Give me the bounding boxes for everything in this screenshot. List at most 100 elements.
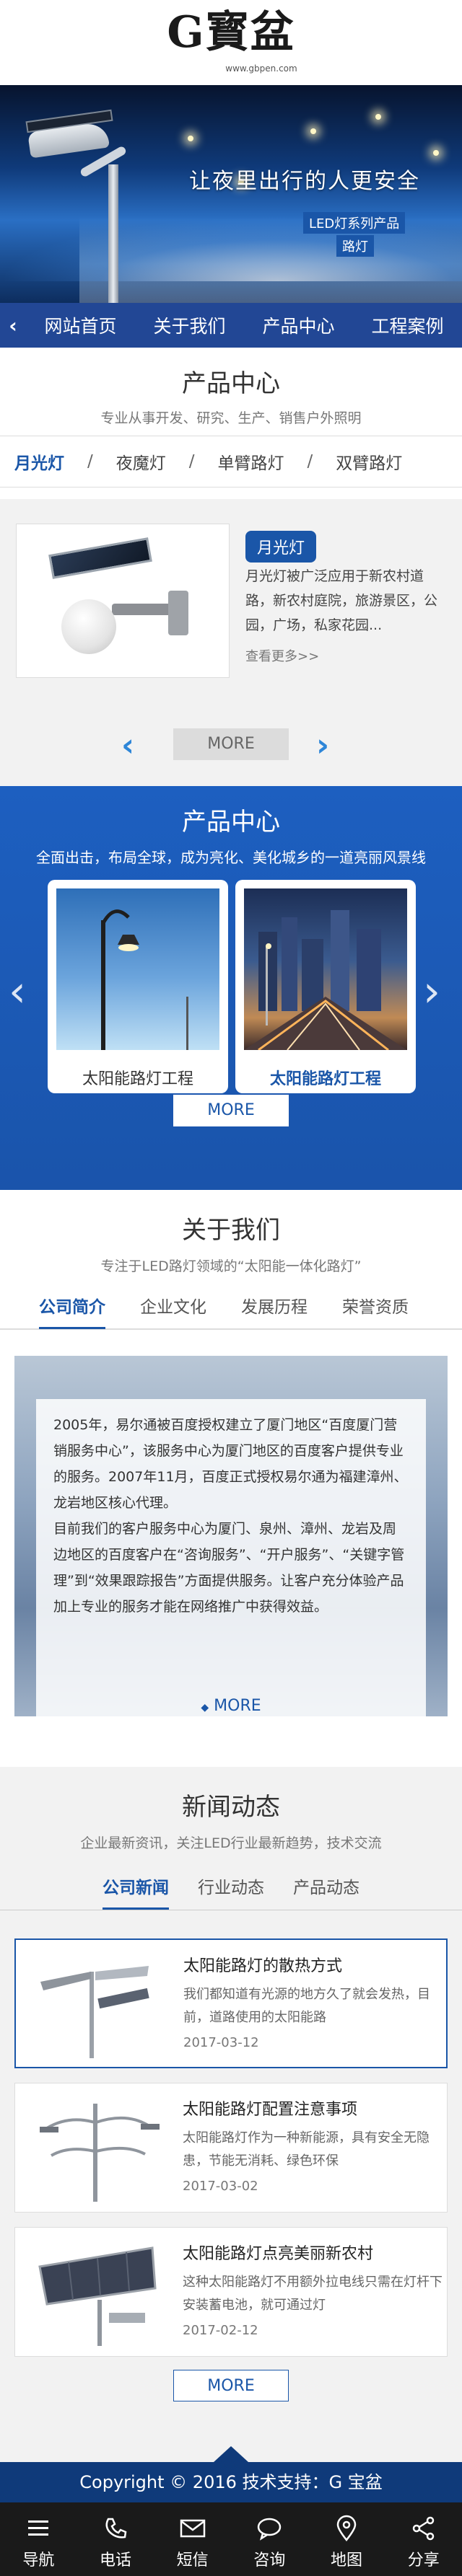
bottom-item-label: 地图 — [331, 2551, 363, 2570]
chevron-right-icon[interactable]: › — [316, 727, 329, 764]
about-paragraph: 目前我们的客户服务中心为厦门、泉州、漳州、龙岩及周边地区的百度客户在“咨询服务”… — [53, 1521, 405, 1615]
news-title: 太阳能路灯的散热方式 — [183, 1957, 343, 1975]
banner-street-light — [433, 150, 439, 156]
tab-double-arm[interactable]: 双臂路灯 — [336, 449, 402, 474]
banner-headline: 让夜里出行的人更安全 — [189, 169, 420, 194]
news-thumbnail — [25, 2238, 167, 2346]
products-showcase: 产品中心 全面出击，布局全球，成为亮化、美化城乡的一道亮丽风景线 ‹ › 太阳能… — [0, 786, 462, 1190]
banner-street-light — [375, 114, 381, 120]
about-title: 关于我们 — [182, 1216, 280, 1245]
news-subtitle: 企业最新资讯，关注LED行业最新趋势，技术交流 — [80, 1835, 382, 1851]
news-item[interactable]: 太阳能路灯配置注意事项 太阳能路灯作为一种新能源，具有安全无隐患，节能无消耗、绿… — [14, 2083, 448, 2213]
news-title: 太阳能路灯点亮美丽新农村 — [183, 2245, 374, 2263]
about-section: 关于我们 专注于LED路灯领域的“太阳能一体化路灯” 公司简介 企业文化 发展历… — [0, 1190, 462, 1767]
share-icon — [385, 2513, 462, 2544]
nav-item-cases[interactable]: 工程案例 — [371, 312, 443, 338]
tab-industry-news[interactable]: 行业动态 — [198, 1866, 264, 1910]
showcase-image — [244, 888, 407, 1051]
copyright-text: Copyright © 2016 技术支持：G 宝盆 — [79, 2472, 383, 2492]
carousel-right-icon[interactable]: › — [423, 966, 440, 1017]
site-footer: Copyright © 2016 技术支持：G 宝盆 — [0, 2446, 462, 2502]
nav-items: 网站首页 关于我们 产品中心 工程案例 — [26, 312, 462, 338]
bottom-action-bar: 导航 电话 短信 咨询 地图 分享 — [0, 2502, 462, 2576]
product-image[interactable] — [16, 524, 230, 678]
bottom-item-label: 电话 — [100, 2551, 132, 2570]
nav-item-about[interactable]: 关于我们 — [153, 312, 225, 338]
banner-street-light — [310, 128, 316, 134]
bottom-item-label: 分享 — [407, 2551, 440, 2570]
tab-culture[interactable]: 企业文化 — [140, 1286, 206, 1329]
news-summary: 太阳能路灯作为一种新能源，具有安全无隐患，节能无消耗、绿色环保 — [183, 2130, 430, 2169]
products-section: 产品中心 专业从事开发、研究、生产、销售户外照明 — [0, 348, 462, 427]
news-date: 2017-03-12 — [183, 2035, 259, 2050]
bottom-item-map[interactable]: 地图 — [308, 2502, 385, 2576]
banner-street-light — [188, 136, 193, 141]
news-thumbnail — [26, 1950, 167, 2058]
tab-company-news[interactable]: 公司新闻 — [103, 1866, 169, 1910]
tab-honors[interactable]: 荣誉资质 — [342, 1286, 409, 1329]
news-tabs: 公司新闻 行业动态 产品动态 — [0, 1866, 462, 1910]
showcase-subtitle: 全面出击，布局全球，成为亮化、美化城乡的一道亮丽风景线 — [36, 849, 426, 866]
tab-separator: / — [188, 452, 195, 471]
news-item[interactable]: 太阳能路灯点亮美丽新农村 这种太阳能路灯不用额外拉电线只需在灯杆下安装蓄电池，就… — [14, 2227, 448, 2357]
news-more-button[interactable]: MORE — [173, 2370, 289, 2401]
news-summary: 这种太阳能路灯不用额外拉电线只需在灯杆下安装蓄电池，就可通过灯 — [183, 2275, 443, 2313]
showcase-card[interactable]: 太阳能路灯工程 — [48, 880, 228, 1093]
bottom-item-phone[interactable]: 电话 — [77, 2502, 154, 2576]
showcase-caption: 太阳能路灯工程 — [82, 1070, 193, 1088]
products-more-button[interactable]: MORE — [173, 728, 289, 760]
about-more-link[interactable]: ◆ MORE — [36, 1697, 426, 1715]
tab-single-arm[interactable]: 单臂路灯 — [218, 449, 284, 474]
chevron-left-icon[interactable]: ‹ — [121, 727, 134, 764]
news-title: 新闻动态 — [182, 1793, 280, 1822]
about-subtitle: 专注于LED路灯领域的“太阳能一体化路灯” — [100, 1258, 362, 1274]
bottom-item-sms[interactable]: 短信 — [154, 2502, 231, 2576]
about-tabs: 公司简介 企业文化 发展历程 荣誉资质 — [0, 1287, 462, 1330]
bottom-item-nav[interactable]: 导航 — [0, 2502, 77, 2576]
product-more-link[interactable]: 查看更多>> — [245, 646, 319, 665]
product-tag[interactable]: 月光灯 — [245, 531, 317, 563]
bottom-item-consult[interactable]: 咨询 — [231, 2502, 308, 2576]
product-solar-panel — [48, 537, 152, 579]
tab-night-demon[interactable]: 夜魔灯 — [116, 449, 166, 474]
chat-icon — [231, 2513, 308, 2544]
bottom-item-label: 短信 — [176, 2551, 209, 2570]
bottom-item-label: 导航 — [22, 2551, 55, 2570]
banner-subline-1: LED灯系列产品 — [303, 212, 406, 234]
tab-separator: / — [307, 452, 313, 471]
main-nav: ‹ 网站首页 关于我们 产品中心 工程案例 — [0, 303, 462, 348]
tab-product-news[interactable]: 产品动态 — [293, 1866, 359, 1910]
tab-moonlight[interactable]: 月光灯 — [14, 449, 64, 474]
carousel-left-icon[interactable]: ‹ — [9, 966, 26, 1017]
product-card: 月光灯 月光灯被广泛应用于新农村道路，新农村庭院，旅游景区，公园，广场，私家花园… — [0, 499, 462, 707]
showcase-title: 产品中心 — [182, 808, 280, 837]
showcase-card[interactable]: 太阳能路灯工程 — [235, 880, 416, 1093]
back-to-top-icon[interactable] — [214, 2446, 248, 2462]
about-paragraph: 2005年，易尔通被百度授权建立了厦门地区“百度厦门营销服务中心”，该服务中心为… — [53, 1417, 408, 1511]
product-mount — [168, 591, 188, 635]
bottom-item-share[interactable]: 分享 — [385, 2502, 462, 2576]
news-date: 2017-02-12 — [183, 2323, 258, 2338]
news-thumbnail — [25, 2094, 167, 2202]
news-item[interactable]: 太阳能路灯的散热方式 我们都知道有光源的地方久了就会发热，目前，道路使用的太阳能… — [14, 1938, 448, 2068]
product-description: 月光灯被广泛应用于新农村道路，新农村庭院，旅游景区，公园，广场，私家花园... — [245, 568, 438, 633]
hero-banner[interactable]: 让夜里出行的人更安全 LED灯系列产品 路灯 — [0, 85, 462, 303]
product-category-tabs: 月光灯 / 夜魔灯 / 单臂路灯 / 双臂路灯 — [0, 436, 462, 488]
news-date: 2017-03-02 — [183, 2179, 258, 2194]
map-pin-icon — [308, 2513, 385, 2544]
showcase-more-button[interactable]: MORE — [173, 1095, 289, 1126]
site-header: G寳盆 www.gbpen.com — [0, 0, 462, 85]
tab-company-profile[interactable]: 公司简介 — [39, 1286, 105, 1329]
nav-item-products[interactable]: 产品中心 — [262, 312, 334, 338]
nav-prev-arrow-icon[interactable]: ‹ — [0, 314, 26, 338]
page: G寳盆 www.gbpen.com 让夜里出行的人更安全 LED灯系列产品 路灯… — [0, 0, 462, 2576]
about-more-label: MORE — [214, 1697, 261, 1715]
nav-item-home[interactable]: 网站首页 — [44, 312, 116, 338]
logo[interactable]: G寳盆 — [0, 10, 462, 55]
news-summary: 我们都知道有光源的地方久了就会发热，目前，道路使用的太阳能路 — [183, 1987, 430, 2025]
logo-text: G寳盆 — [167, 7, 295, 58]
phone-icon — [77, 2513, 154, 2544]
news-section: 新闻动态 企业最新资讯，关注LED行业最新趋势，技术交流 公司新闻 行业动态 产… — [0, 1767, 462, 2474]
about-text-box: 2005年，易尔通被百度授权建立了厦门地区“百度厦门营销服务中心”，该服务中心为… — [36, 1399, 426, 1731]
tab-history[interactable]: 发展历程 — [241, 1286, 308, 1329]
